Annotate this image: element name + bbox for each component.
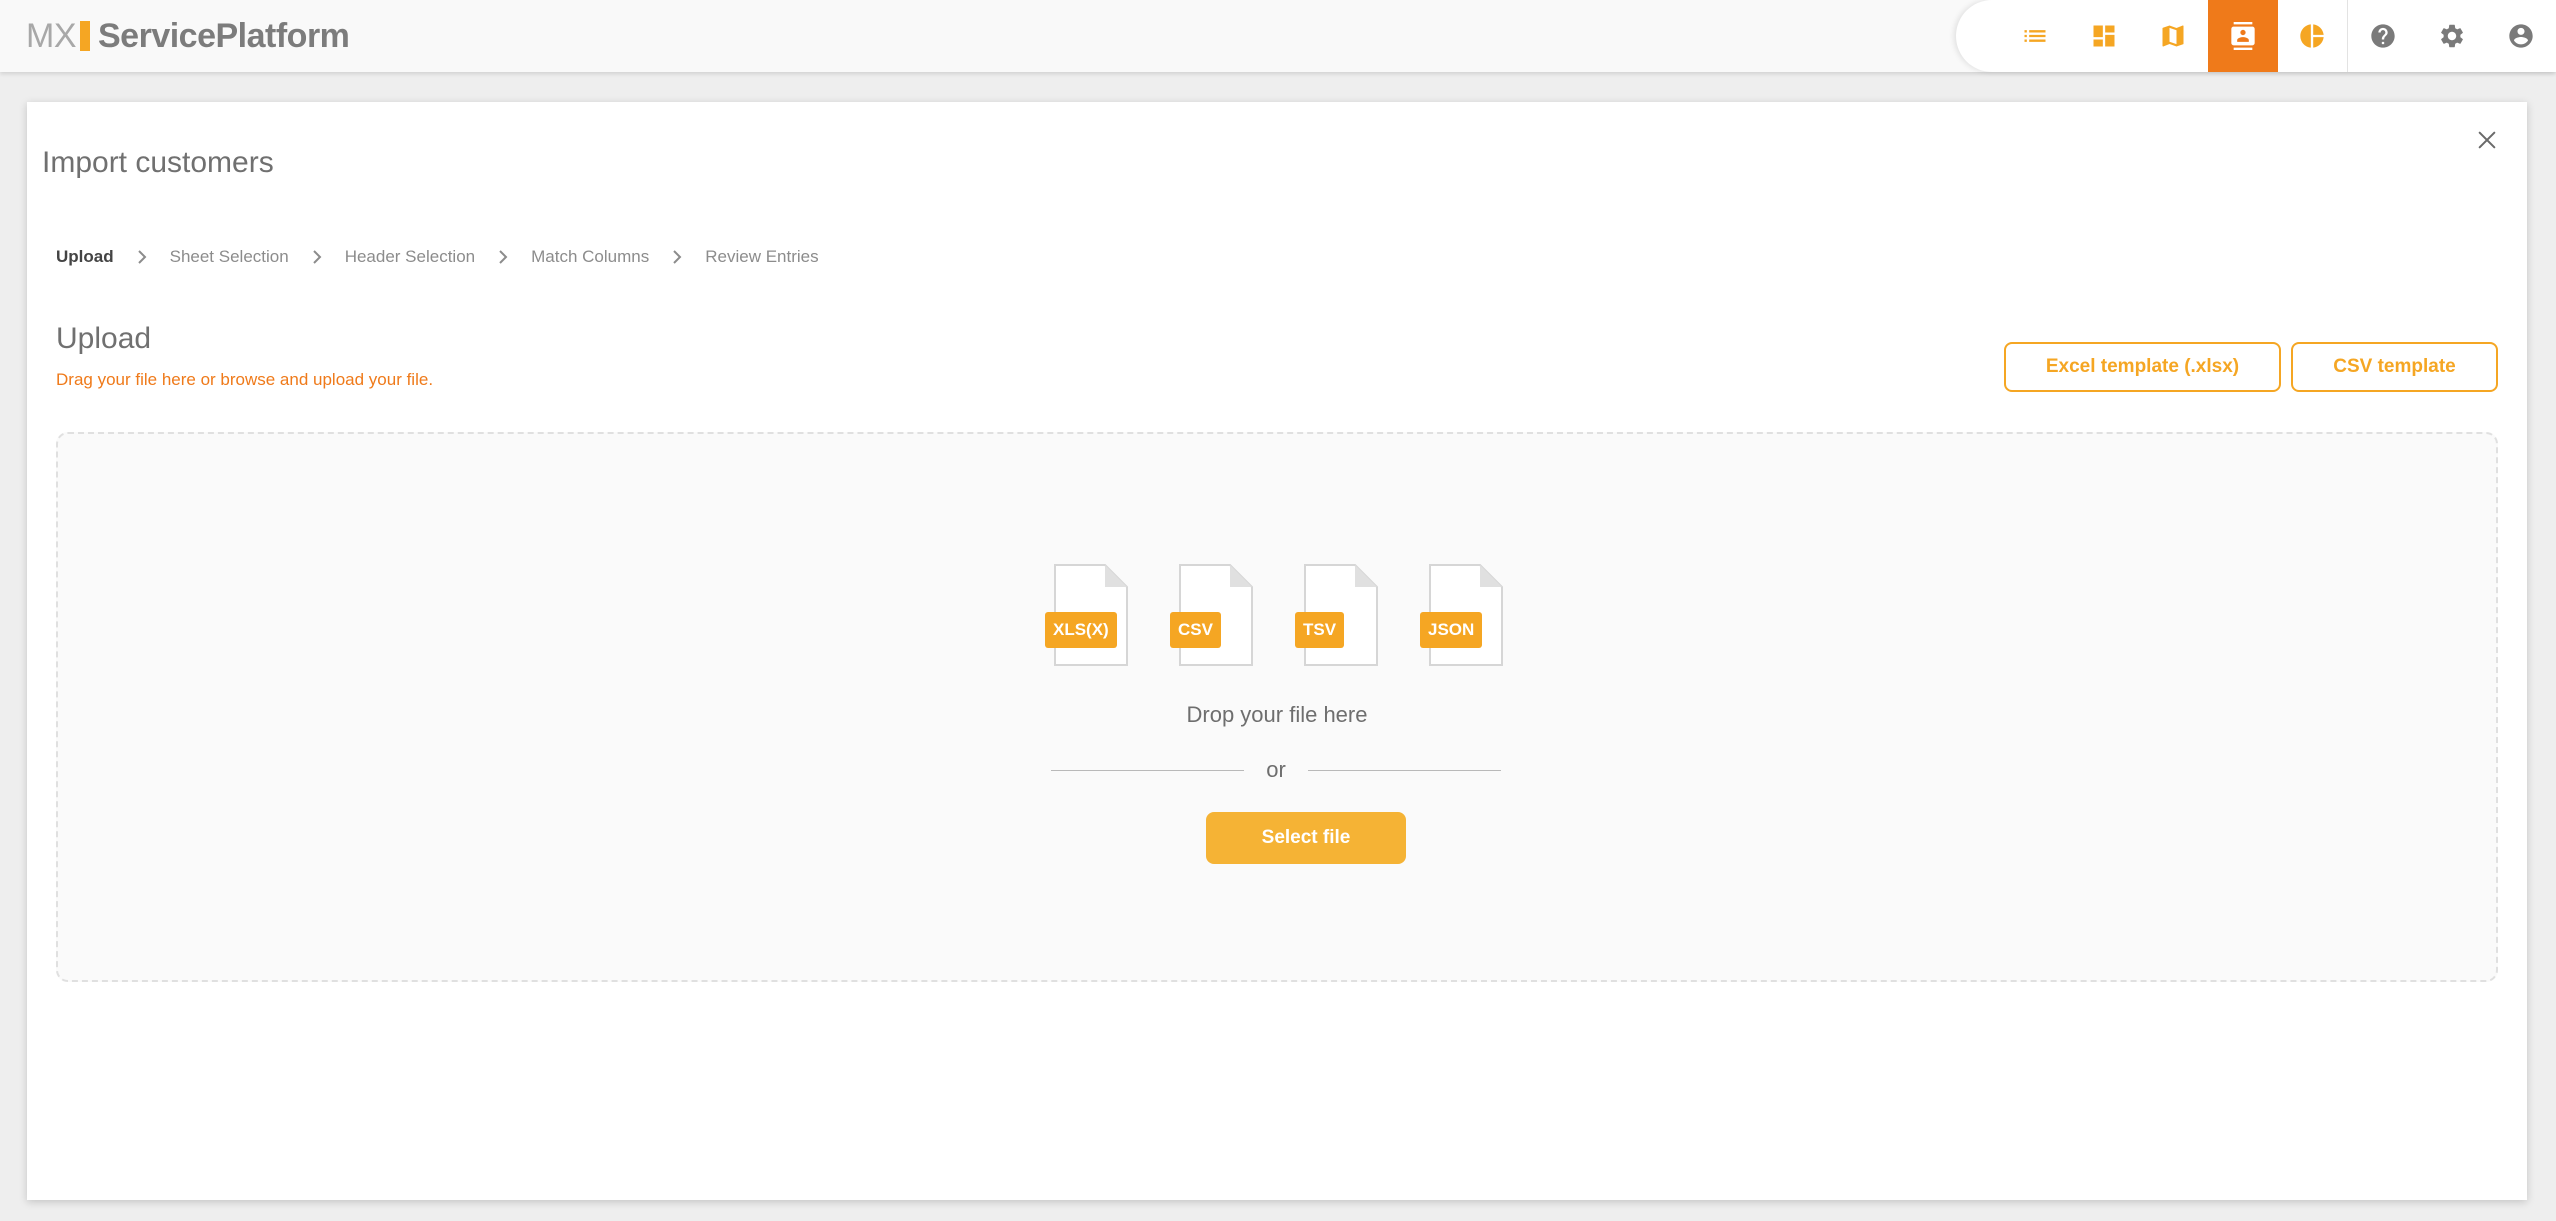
file-type-icons: XLS(X) CSV TSV JSON (1045, 564, 1503, 666)
step-header-selection[interactable]: Header Selection (345, 247, 475, 267)
upload-title: Upload (56, 322, 152, 355)
pie-chart-icon (2300, 24, 2324, 48)
nav-settings-button[interactable] (2417, 0, 2486, 72)
file-type-label: TSV (1295, 612, 1345, 648)
account-icon (2509, 24, 2533, 48)
chevron-right-icon (489, 250, 517, 264)
nav-contacts-button[interactable] (2208, 0, 2278, 72)
dashboard-icon (2093, 25, 2115, 47)
file-type-label: CSV (1170, 612, 1221, 648)
contacts-icon (2231, 22, 2255, 50)
step-sheet-selection[interactable]: Sheet Selection (170, 247, 289, 267)
logo-bar (80, 21, 90, 51)
nav-account-button[interactable] (2487, 0, 2556, 72)
divider-line (1051, 769, 1245, 771)
step-match-columns[interactable]: Match Columns (531, 247, 649, 267)
file-type-label: JSON (1420, 612, 1483, 648)
nav-dashboard-button[interactable] (2069, 0, 2138, 72)
step-review-entries[interactable]: Review Entries (705, 247, 818, 267)
nav-reports-button[interactable] (2278, 0, 2347, 72)
nav-list-button[interactable] (2000, 0, 2069, 72)
drop-text: Drop your file here (1186, 702, 1368, 727)
top-bar: MX ServicePlatform (0, 0, 2556, 72)
chevron-right-icon (128, 250, 156, 264)
logo-name: ServicePlatform (98, 16, 350, 55)
csv-file-icon: CSV (1170, 564, 1253, 666)
dialog-title: Import customers (42, 146, 274, 179)
stepper: Upload Sheet Selection Header Selection … (56, 242, 819, 272)
select-file-button[interactable]: Select file (1206, 812, 1406, 864)
close-button[interactable] (2469, 122, 2505, 158)
xls-file-icon: XLS(X) (1045, 564, 1128, 666)
upload-subtitle: Drag your file here or browse and upload… (56, 370, 434, 389)
main-nav (1956, 0, 2556, 72)
gear-icon (2441, 24, 2463, 48)
chevron-right-icon (303, 250, 331, 264)
map-icon (2162, 25, 2184, 47)
list-icon (2024, 30, 2046, 42)
or-text: or (1266, 757, 1286, 782)
tsv-file-icon: TSV (1295, 564, 1378, 666)
or-divider: or (1051, 756, 1501, 784)
step-upload[interactable]: Upload (56, 247, 114, 267)
excel-template-button[interactable]: Excel template (.xlsx) (2004, 342, 2281, 392)
chevron-right-icon (663, 250, 691, 264)
close-icon (2478, 131, 2496, 149)
logo-prefix: MX (26, 16, 77, 55)
csv-template-button[interactable]: CSV template (2291, 342, 2498, 392)
import-dialog: Import customers Upload Sheet Selection … (27, 102, 2527, 1200)
json-file-icon: JSON (1420, 564, 1503, 666)
file-dropzone[interactable]: XLS(X) CSV TSV JSON Drop your file here … (56, 432, 2498, 982)
nav-help-button[interactable] (2348, 0, 2417, 72)
app-logo[interactable]: MX ServicePlatform (26, 14, 350, 58)
nav-map-button[interactable] (2139, 0, 2208, 72)
file-type-label: XLS(X) (1045, 612, 1117, 648)
help-icon (2370, 24, 2395, 48)
divider-line (1307, 769, 1501, 771)
